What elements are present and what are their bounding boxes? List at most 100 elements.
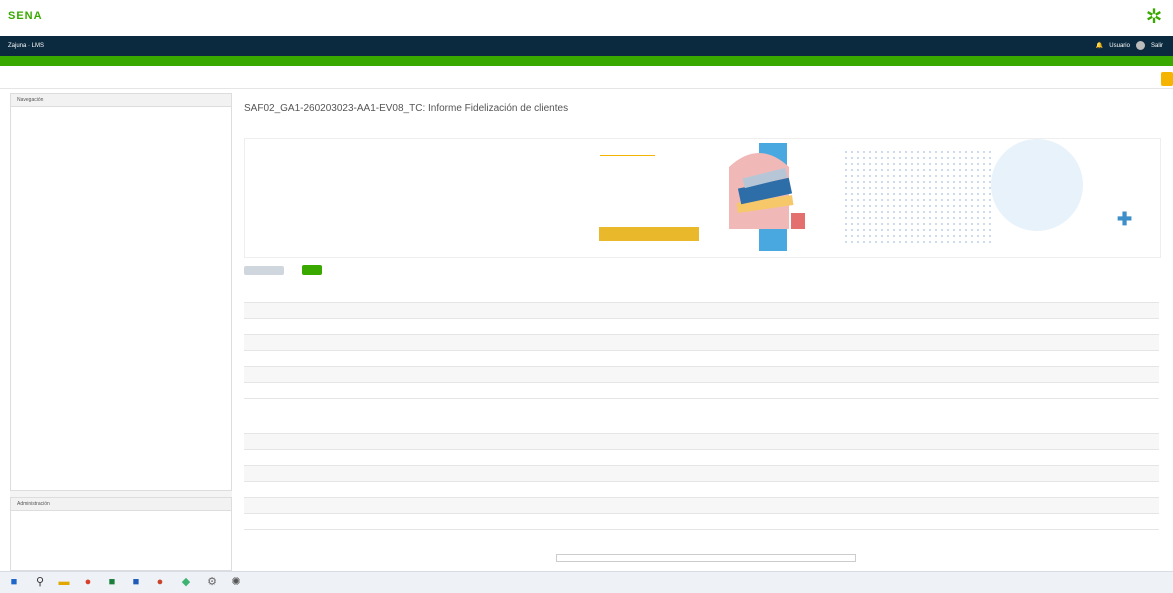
navigation-item[interactable] [17,428,225,435]
navigation-item[interactable] [17,289,225,296]
navigation-item[interactable] [17,230,225,237]
navigation-item[interactable] [17,401,225,408]
navigation-item[interactable] [17,282,225,289]
file-explorer-icon[interactable]: ▬ [58,576,70,588]
navigation-item[interactable] [17,388,225,395]
administration-item[interactable] [17,522,225,529]
navigation-item[interactable] [17,395,225,402]
exit-link[interactable]: Salir [1151,43,1163,49]
navigation-item[interactable] [17,414,225,421]
navigation-item[interactable] [17,151,225,158]
administration-item[interactable] [17,541,225,548]
navigation-item[interactable] [17,203,225,210]
avatar[interactable] [1135,41,1145,50]
navigation-item[interactable] [17,467,225,474]
done-badge[interactable] [302,265,322,275]
navigation-item[interactable] [17,322,225,329]
navigation-tree [11,107,231,478]
circle-decoration [991,139,1083,231]
navigation-item[interactable] [17,375,225,382]
navigation-item[interactable] [17,111,225,118]
navigation-item[interactable] [17,164,225,171]
navigation-item[interactable] [17,197,225,204]
navigation-item[interactable] [17,447,225,454]
windows-start-icon[interactable]: ■ [8,576,20,588]
navigation-item[interactable] [17,177,225,184]
word-icon[interactable]: ■ [130,576,142,588]
grading-summary-table [244,302,1159,399]
navigation-item[interactable] [17,256,225,263]
administration-item[interactable] [17,528,225,535]
app-icon[interactable]: ◆ [180,576,192,588]
navigation-item[interactable] [17,236,225,243]
navigation-item[interactable] [17,190,225,197]
navigation-item[interactable] [17,460,225,467]
administration-block: Administración [10,497,232,571]
bell-icon[interactable]: 🔔 [1096,42,1103,49]
os-taskbar: ■ ⚲ ▬ ● ■ ■ ● ◆ ⚙ ✺ [0,571,1173,593]
navigation-item[interactable] [17,137,225,144]
navigation-item[interactable] [17,309,225,316]
administration-item[interactable] [17,548,225,555]
navigation-block: Navegación [10,93,232,491]
gear-icon[interactable]: ✺ [230,576,242,588]
settings-icon[interactable]: ⚙ [206,576,218,588]
navigation-item[interactable] [17,355,225,362]
navigation-item[interactable] [17,223,225,230]
navigation-item[interactable] [17,342,225,349]
navigation-item[interactable] [17,118,225,125]
search-icon[interactable]: ⚲ [34,576,46,588]
jump-to-select[interactable] [556,554,856,562]
page-title: SAF02_GA1-260203023-AA1-EV08_TC: Informe… [244,103,569,114]
navigation-item[interactable] [17,144,225,151]
navigation-item[interactable] [17,170,225,177]
administration-item[interactable] [17,535,225,542]
navigation-item[interactable] [17,434,225,441]
navigation-item[interactable] [17,217,225,224]
site-logo[interactable]: SENA [8,10,43,22]
activity-instructions [600,153,710,160]
navigation-item[interactable] [17,276,225,283]
powerpoint-icon[interactable]: ● [154,576,166,588]
top-header: SENA ✲ [0,0,1173,36]
navbar-title[interactable]: Zajuna · LMS [8,43,44,49]
navigation-item[interactable] [17,454,225,461]
navigation-item[interactable] [17,315,225,322]
navigation-item[interactable] [17,302,225,309]
menu-toggle-button[interactable] [1161,72,1173,86]
administration-item[interactable] [17,515,225,522]
administration-item[interactable] [17,555,225,562]
navigation-item[interactable] [17,368,225,375]
navigation-item[interactable] [17,269,225,276]
dot-pattern-decoration [843,149,993,244]
navigation-item[interactable] [17,184,225,191]
navigation-item[interactable] [17,408,225,415]
navigation-item[interactable] [17,124,225,131]
navigation-item[interactable] [17,335,225,342]
excel-icon[interactable]: ■ [106,576,118,588]
navigation-item[interactable] [17,348,225,355]
table-row [244,514,1159,530]
navigation-item[interactable] [17,421,225,428]
navigation-item[interactable] [17,157,225,164]
navigation-item[interactable] [17,210,225,217]
chrome-icon[interactable]: ● [82,576,94,588]
instructions-button[interactable] [599,227,699,241]
navigation-item[interactable] [17,131,225,138]
navigation-item[interactable] [17,296,225,303]
navigation-item[interactable] [17,362,225,369]
navigation-item[interactable] [17,243,225,250]
navigation-item[interactable] [17,329,225,336]
books-illustration [729,143,805,251]
mark-done-button[interactable] [244,266,284,275]
announcement-bar [0,56,1173,66]
user-name[interactable]: Usuario [1109,43,1130,49]
table-row [244,367,1159,383]
administration-item[interactable] [17,561,225,568]
navigation-item[interactable] [17,381,225,388]
navigation-item[interactable] [17,249,225,256]
administration-block-title: Administración [11,498,231,511]
navigation-item[interactable] [17,263,225,270]
main-navbar: Zajuna · LMS 🔔 Usuario Salir [0,36,1173,56]
navigation-item[interactable] [17,441,225,448]
